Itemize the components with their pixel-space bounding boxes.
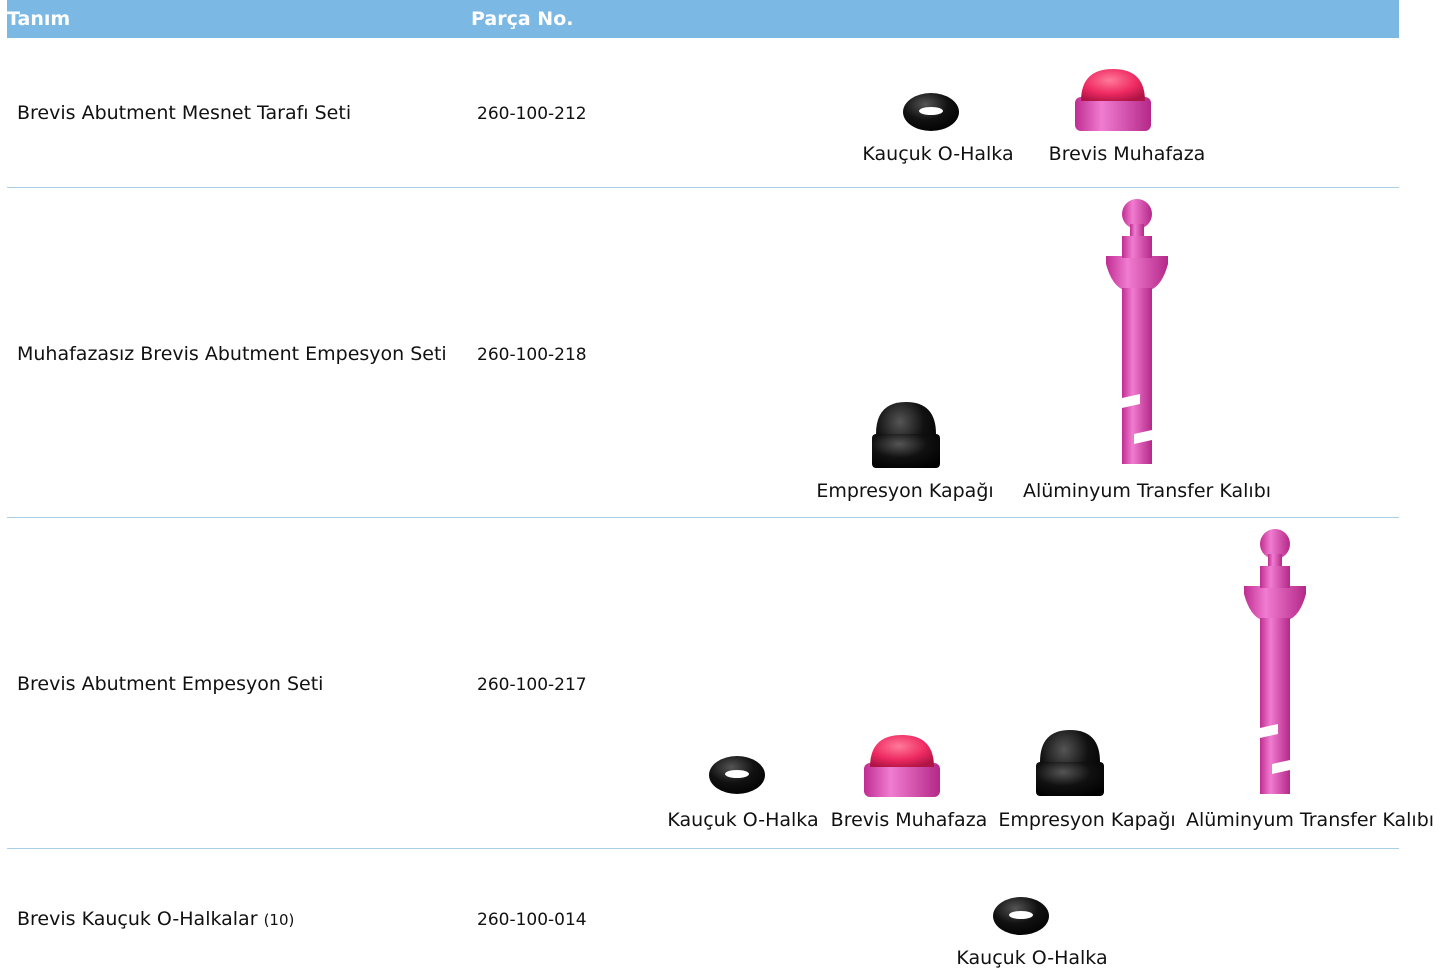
item-caption: Empresyon Kapağı	[998, 809, 1176, 831]
row-description: Brevis Abutment Empesyon Seti	[17, 673, 324, 695]
item-caption: Kauçuk O-Halka	[667, 809, 819, 831]
o-ring-image	[709, 756, 765, 794]
item-caption: Brevis Muhafaza	[830, 809, 988, 831]
header-part-number: Parça No.	[471, 8, 574, 30]
divider	[7, 517, 1399, 518]
brevis-cap-image	[1075, 69, 1151, 131]
item-caption: Alüminyum Transfer Kalıbı	[1185, 809, 1435, 831]
header-description: Tanım	[7, 8, 71, 30]
item-caption: Kauçuk O-Halka	[862, 143, 1014, 165]
brevis-cap-image	[864, 735, 940, 797]
row-part-number: 260-100-014	[477, 910, 587, 930]
divider	[7, 848, 1399, 849]
o-ring-image	[993, 897, 1049, 935]
row-description: Brevis Abutment Mesnet Tarafı Seti	[17, 102, 352, 124]
row-part-number: 260-100-218	[477, 345, 587, 365]
item-caption: Brevis Muhafaza	[1048, 143, 1206, 165]
divider	[7, 187, 1399, 188]
row-description: Brevis Kauçuk O-Halkalar (10)	[17, 908, 295, 930]
impression-cap-image	[1036, 730, 1104, 796]
row-description: Muhafazasız Brevis Abutment Empesyon Set…	[17, 343, 447, 365]
transfer-coping-image	[1244, 529, 1306, 794]
impression-cap-image	[872, 402, 940, 468]
item-caption: Kauçuk O-Halka	[956, 947, 1108, 969]
item-caption: Empresyon Kapağı	[816, 480, 994, 502]
table-header: Tanım Parça No.	[7, 0, 1399, 38]
o-ring-image	[903, 93, 959, 131]
row-part-number: 260-100-212	[477, 104, 587, 124]
transfer-coping-image	[1106, 199, 1168, 464]
row-part-number: 260-100-217	[477, 675, 587, 695]
item-caption: Alüminyum Transfer Kalıbı	[1022, 480, 1272, 502]
